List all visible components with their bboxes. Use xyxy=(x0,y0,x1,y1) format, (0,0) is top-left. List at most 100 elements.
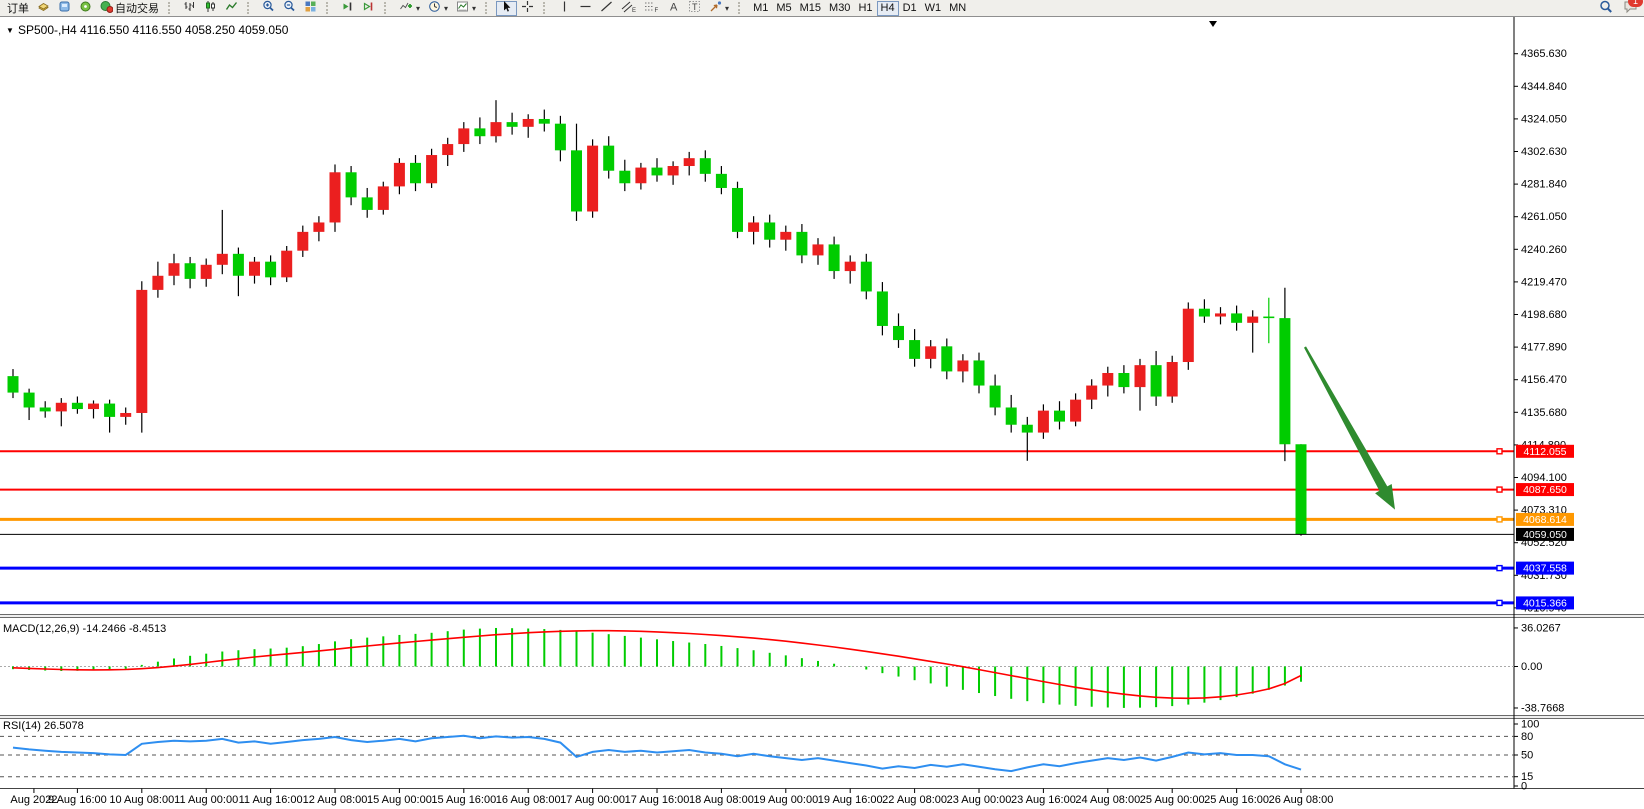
timeframe-W1[interactable]: W1 xyxy=(921,1,946,16)
price-tick-label: 4365.630 xyxy=(1521,48,1567,60)
timeframe-M5[interactable]: M5 xyxy=(772,1,795,16)
bar-chart-button[interactable] xyxy=(179,1,200,16)
trendline-icon xyxy=(600,0,613,16)
horizontal-line-button[interactable] xyxy=(575,1,596,16)
autotrade-button[interactable]: 自动交易 xyxy=(96,1,163,16)
arrows-objects-button[interactable]: ▾ xyxy=(705,1,733,16)
auto-scroll-button[interactable] xyxy=(337,1,358,16)
toolbar: 订单 自动交易 ▾ ▾ ▾ xyxy=(0,0,1644,17)
candle-bear xyxy=(24,393,35,408)
toolbar-group-scroll xyxy=(334,0,382,16)
timeframe-D1[interactable]: D1 xyxy=(899,1,921,16)
search-button[interactable] xyxy=(1595,1,1617,16)
macd-tick-label: 36.0267 xyxy=(1521,622,1561,634)
text-a-icon: A xyxy=(667,0,680,16)
time-axis-label: 25 Aug 00:00 xyxy=(1140,794,1205,806)
candle-bear xyxy=(990,386,1001,408)
crosshair-icon xyxy=(521,0,534,16)
time-axis-label: 17 Aug 00:00 xyxy=(560,794,625,806)
hline-orange-handle[interactable] xyxy=(1497,517,1502,522)
timeframe-M1[interactable]: M1 xyxy=(749,1,772,16)
history-icon-button[interactable] xyxy=(33,1,54,16)
signals-button[interactable] xyxy=(75,1,96,16)
candle-bear xyxy=(571,150,582,211)
time-axis-label: 9 Aug 16:00 xyxy=(48,794,107,806)
chart-title: SP500-,H4 4116.550 4116.550 4058.250 405… xyxy=(18,23,289,37)
candle-bull xyxy=(249,262,260,276)
cursor-button[interactable] xyxy=(496,1,517,16)
candle-bull xyxy=(780,232,791,240)
rsi-tick-label: 100 xyxy=(1521,719,1539,731)
toolbar-group-charttype xyxy=(176,0,245,16)
timeframe-M30[interactable]: M30 xyxy=(825,1,854,16)
cursor-icon xyxy=(500,0,513,16)
timeframe-MN[interactable]: MN xyxy=(945,1,970,16)
notifications[interactable]: 1 xyxy=(1623,0,1638,17)
trendline-button[interactable] xyxy=(596,1,617,16)
candle-bear xyxy=(233,254,244,276)
line-chart-button[interactable] xyxy=(221,1,242,16)
chart-shift-button[interactable] xyxy=(358,1,379,16)
text-button[interactable]: A xyxy=(663,1,684,16)
price-tick-label: 4156.470 xyxy=(1521,374,1567,386)
fibonacci-button[interactable]: F xyxy=(640,1,663,16)
candle-bear xyxy=(539,119,550,124)
templates-button[interactable]: ▾ xyxy=(452,1,480,16)
chart-window[interactable]: 4365.6304344.8404324.0504302.6304281.840… xyxy=(0,17,1644,809)
candle-bear xyxy=(877,291,888,325)
bar-chart-icon xyxy=(183,0,196,16)
down-arrow-annotation[interactable] xyxy=(1304,346,1395,509)
zoom-out-button[interactable] xyxy=(279,1,300,16)
svg-text:T: T xyxy=(692,2,698,12)
candle-bull xyxy=(136,290,147,413)
crosshair-button[interactable] xyxy=(517,1,538,16)
candle-bull xyxy=(635,168,646,184)
chart-shift-marker[interactable] xyxy=(1209,21,1217,27)
price-tick-label: 4261.050 xyxy=(1521,211,1567,223)
time-axis-label: 19 Aug 00:00 xyxy=(753,794,818,806)
text-label-button[interactable]: T xyxy=(684,1,705,16)
tile-windows-button[interactable] xyxy=(300,1,321,16)
timeframe-H1[interactable]: H1 xyxy=(854,1,876,16)
candle-bear xyxy=(700,158,711,174)
toolbar-group-objects: ▾ ▾ ▾ xyxy=(392,0,483,16)
candle-bear xyxy=(893,326,904,340)
candle-bear xyxy=(410,163,421,183)
candle-bear xyxy=(1199,309,1210,317)
hline-blue-2-handle[interactable] xyxy=(1497,600,1502,605)
candle-bull xyxy=(1102,373,1113,386)
hline-blue-1-handle[interactable] xyxy=(1497,566,1502,571)
vertical-line-button[interactable] xyxy=(554,1,575,16)
macd-indicator-label: MACD(12,26,9) -14.2466 -8.4513 xyxy=(3,623,166,635)
candle-bull xyxy=(313,222,324,231)
publisher-button[interactable] xyxy=(54,1,75,16)
equidistant-channel-button[interactable]: E xyxy=(617,1,640,16)
indicators-icon xyxy=(399,0,413,16)
hline-resistance-1-handle[interactable] xyxy=(1497,449,1502,454)
rsi-tick-label: 80 xyxy=(1521,731,1533,743)
candlestick-chart-button[interactable] xyxy=(200,1,221,16)
candle-bull xyxy=(748,222,759,231)
one-click-expand-icon: ▼ xyxy=(6,26,14,35)
timeframe-H4[interactable]: H4 xyxy=(877,1,899,16)
candle-bull xyxy=(152,276,163,290)
time-axis-label: 15 Aug 00:00 xyxy=(367,794,432,806)
toolbar-drag-handle xyxy=(485,2,491,14)
candle-bear xyxy=(716,174,727,188)
indicators-button[interactable]: ▾ xyxy=(395,1,424,16)
orders-button[interactable]: 订单 xyxy=(3,1,33,16)
candle-bull xyxy=(1038,411,1049,433)
periods-button[interactable]: ▾ xyxy=(424,1,452,16)
timeframe-M15[interactable]: M15 xyxy=(796,1,825,16)
autotrade-label: 自动交易 xyxy=(115,0,159,16)
zoom-in-button[interactable] xyxy=(258,1,279,16)
candle-bull xyxy=(957,360,968,371)
candle-bull xyxy=(684,158,695,166)
toolbar-drag-handle xyxy=(168,2,174,14)
hline-resistance-2-handle[interactable] xyxy=(1497,487,1502,492)
candle-bull xyxy=(458,128,469,144)
candle-bear xyxy=(732,188,743,232)
time-axis-label: 11 Aug 00:00 xyxy=(174,794,238,806)
candle-bull xyxy=(330,172,341,222)
toolbar-right: 1 xyxy=(1595,0,1644,17)
